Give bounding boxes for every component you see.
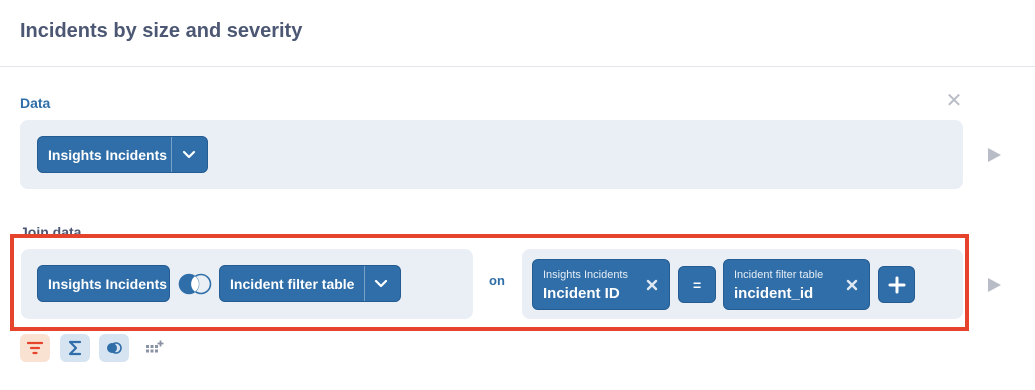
custom-column-button[interactable]	[139, 334, 169, 362]
filter-button[interactable]	[20, 334, 50, 362]
pill-separator	[171, 137, 172, 172]
chevron-down-icon[interactable]	[180, 146, 198, 164]
join-button[interactable]	[99, 334, 129, 362]
close-icon[interactable]: ✕	[945, 91, 963, 111]
join-icon	[107, 342, 122, 354]
page-header: Incidents by size and severity	[0, 0, 1035, 67]
custom-column-icon	[146, 340, 164, 353]
data-run-play-icon[interactable]	[988, 148, 1001, 162]
sum-icon	[68, 340, 82, 356]
data-section-label: Data	[20, 95, 51, 111]
data-panel: Insights Incidents	[20, 120, 963, 189]
summarize-button[interactable]	[60, 334, 90, 362]
filter-icon	[27, 341, 43, 355]
data-table-name: Insights Incidents	[48, 147, 168, 163]
join-highlight-box	[10, 234, 969, 331]
page-title: Incidents by size and severity	[20, 20, 303, 42]
data-table-selector[interactable]: Insights Incidents	[37, 136, 208, 173]
join-run-play-icon[interactable]	[988, 278, 1001, 292]
